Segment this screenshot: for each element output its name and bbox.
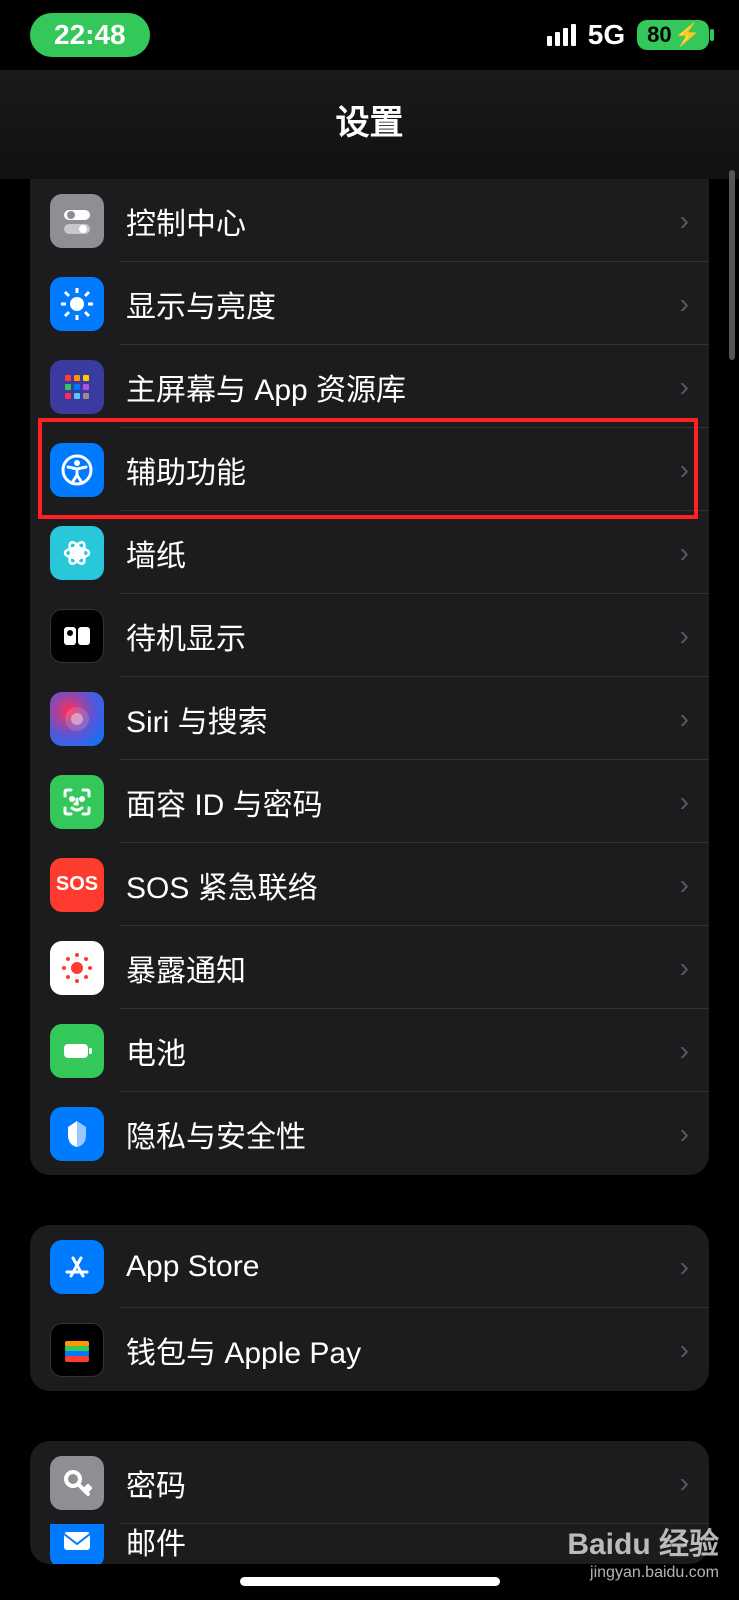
status-bar: 22:48 5G 80⚡ xyxy=(0,0,739,70)
battery-icon xyxy=(50,1024,104,1078)
settings-row-label: 面容 ID 与密码 xyxy=(126,780,680,824)
chevron-right-icon: › xyxy=(680,952,689,984)
chevron-right-icon: › xyxy=(680,786,689,818)
settings-row-home-screen[interactable]: 主屏幕与 App 资源库› xyxy=(30,345,709,428)
sos-icon: SOS xyxy=(50,858,104,912)
brightness-icon xyxy=(50,277,104,331)
settings-row-label: Siri 与搜索 xyxy=(126,697,680,741)
chevron-right-icon: › xyxy=(680,1035,689,1067)
wallpaper-icon xyxy=(50,526,104,580)
settings-row-wallpaper[interactable]: 墙纸› xyxy=(30,511,709,594)
standby-icon xyxy=(50,609,104,663)
watermark: Baidu 经验 jingyan.baidu.com xyxy=(567,1527,719,1582)
battery-icon: 80⚡ xyxy=(637,20,709,50)
settings-row-label: 电池 xyxy=(126,1029,680,1073)
page-title: 设置 xyxy=(0,95,739,144)
passwords-icon xyxy=(50,1456,104,1510)
chevron-right-icon: › xyxy=(680,703,689,735)
settings-row-label: 墙纸 xyxy=(126,531,680,575)
page-header: 设置 xyxy=(0,70,739,179)
settings-row-standby[interactable]: 待机显示› xyxy=(30,594,709,677)
status-time: 22:48 xyxy=(30,13,150,57)
chevron-right-icon: › xyxy=(680,1334,689,1366)
settings-row-label: 钱包与 Apple Pay xyxy=(126,1328,680,1372)
settings-row-display[interactable]: 显示与亮度› xyxy=(30,262,709,345)
settings-row-label: 隐私与安全性 xyxy=(126,1112,680,1156)
home-screen-icon xyxy=(50,360,104,414)
chevron-right-icon: › xyxy=(680,1467,689,1499)
chevron-right-icon: › xyxy=(680,454,689,486)
status-right: 5G 80⚡ xyxy=(547,19,709,51)
settings-row-passwords[interactable]: 密码› xyxy=(30,1441,709,1524)
settings-row-label: 密码 xyxy=(126,1461,680,1505)
settings-row-label: 显示与亮度 xyxy=(126,282,680,326)
settings-row-label: 待机显示 xyxy=(126,614,680,658)
privacy-icon xyxy=(50,1107,104,1161)
settings-row-exposure[interactable]: 暴露通知› xyxy=(30,926,709,1009)
settings-row-appstore[interactable]: App Store› xyxy=(30,1225,709,1308)
settings-row-label: 主屏幕与 App 资源库 xyxy=(126,365,680,409)
settings-row-privacy[interactable]: 隐私与安全性› xyxy=(30,1092,709,1175)
settings-group: App Store›钱包与 Apple Pay› xyxy=(30,1225,709,1391)
exposure-icon xyxy=(50,941,104,995)
chevron-right-icon: › xyxy=(680,1251,689,1283)
chevron-right-icon: › xyxy=(680,288,689,320)
wallet-icon xyxy=(50,1323,104,1377)
chevron-right-icon: › xyxy=(680,205,689,237)
chevron-right-icon: › xyxy=(680,869,689,901)
settings-row-siri[interactable]: Siri 与搜索› xyxy=(30,677,709,760)
settings-group: 控制中心›显示与亮度›主屏幕与 App 资源库›辅助功能›墙纸›待机显示›Sir… xyxy=(30,179,709,1175)
chevron-right-icon: › xyxy=(680,620,689,652)
home-indicator[interactable] xyxy=(240,1577,500,1586)
settings-row-battery[interactable]: 电池› xyxy=(30,1009,709,1092)
settings-row-faceid[interactable]: 面容 ID 与密码› xyxy=(30,760,709,843)
scrollbar[interactable] xyxy=(729,170,735,360)
settings-row-wallet[interactable]: 钱包与 Apple Pay› xyxy=(30,1308,709,1391)
chevron-right-icon: › xyxy=(680,371,689,403)
accessibility-icon xyxy=(50,443,104,497)
settings-row-label: 控制中心 xyxy=(126,199,680,243)
control-center-icon xyxy=(50,194,104,248)
settings-row-label: App Store xyxy=(126,1250,680,1284)
faceid-icon xyxy=(50,775,104,829)
siri-icon xyxy=(50,692,104,746)
settings-row-accessibility[interactable]: 辅助功能› xyxy=(30,428,709,511)
settings-row-sos[interactable]: SOS SOS 紧急联络› xyxy=(30,843,709,926)
settings-row-label: 暴露通知 xyxy=(126,946,680,990)
appstore-icon xyxy=(50,1240,104,1294)
chevron-right-icon: › xyxy=(680,1118,689,1150)
settings-row-label: 辅助功能 xyxy=(126,448,680,492)
settings-row-control-center[interactable]: 控制中心› xyxy=(30,179,709,262)
chevron-right-icon: › xyxy=(680,537,689,569)
network-label: 5G xyxy=(588,19,625,51)
settings-row-label: SOS 紧急联络 xyxy=(126,863,680,907)
mail-icon xyxy=(50,1524,104,1564)
signal-icon xyxy=(547,24,576,46)
